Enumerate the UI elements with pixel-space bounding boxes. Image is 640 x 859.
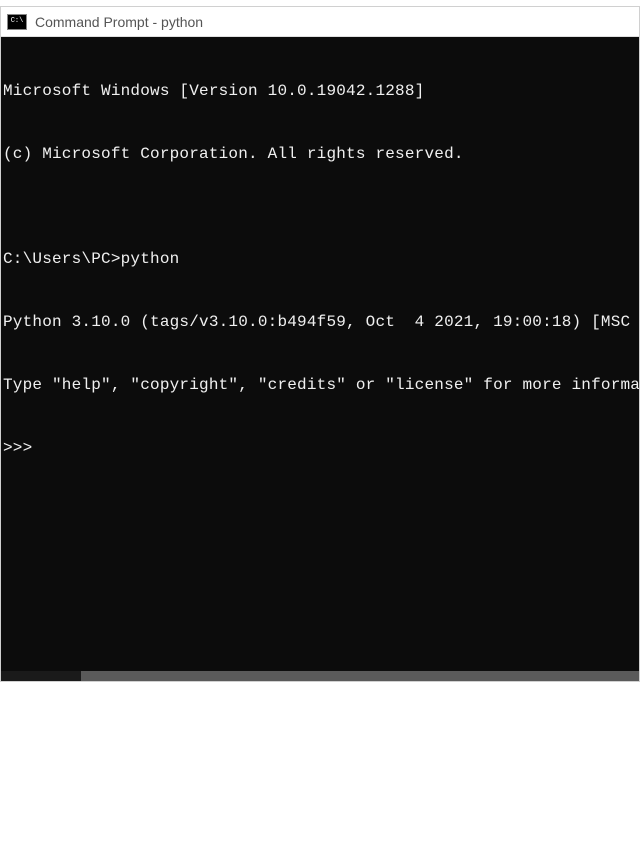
- page-whitespace: [0, 682, 640, 847]
- python-prompt-line: >>>: [3, 438, 639, 459]
- window-title: Command Prompt - python: [35, 14, 203, 30]
- os-version-line: Microsoft Windows [Version 10.0.19042.12…: [3, 81, 639, 102]
- scrollbar-thumb[interactable]: [81, 671, 639, 681]
- python-prompt: >>>: [3, 439, 42, 457]
- copyright-line: (c) Microsoft Corporation. All rights re…: [3, 144, 639, 165]
- python-help-line: Type "help", "copyright", "credits" or "…: [3, 375, 639, 396]
- python-banner-line: Python 3.10.0 (tags/v3.10.0:b494f59, Oct…: [3, 312, 639, 333]
- cmd-icon: [7, 14, 27, 30]
- prompt-path: C:\Users\PC>: [3, 249, 121, 270]
- command-line: C:\Users\PC>python: [3, 249, 639, 270]
- horizontal-scrollbar[interactable]: [1, 671, 639, 681]
- typed-command: python: [121, 249, 180, 270]
- title-bar[interactable]: Command Prompt - python: [1, 7, 639, 37]
- terminal-output[interactable]: Microsoft Windows [Version 10.0.19042.12…: [1, 37, 639, 681]
- command-prompt-window: Command Prompt - python Microsoft Window…: [0, 6, 640, 682]
- scrollbar-track: [1, 671, 81, 681]
